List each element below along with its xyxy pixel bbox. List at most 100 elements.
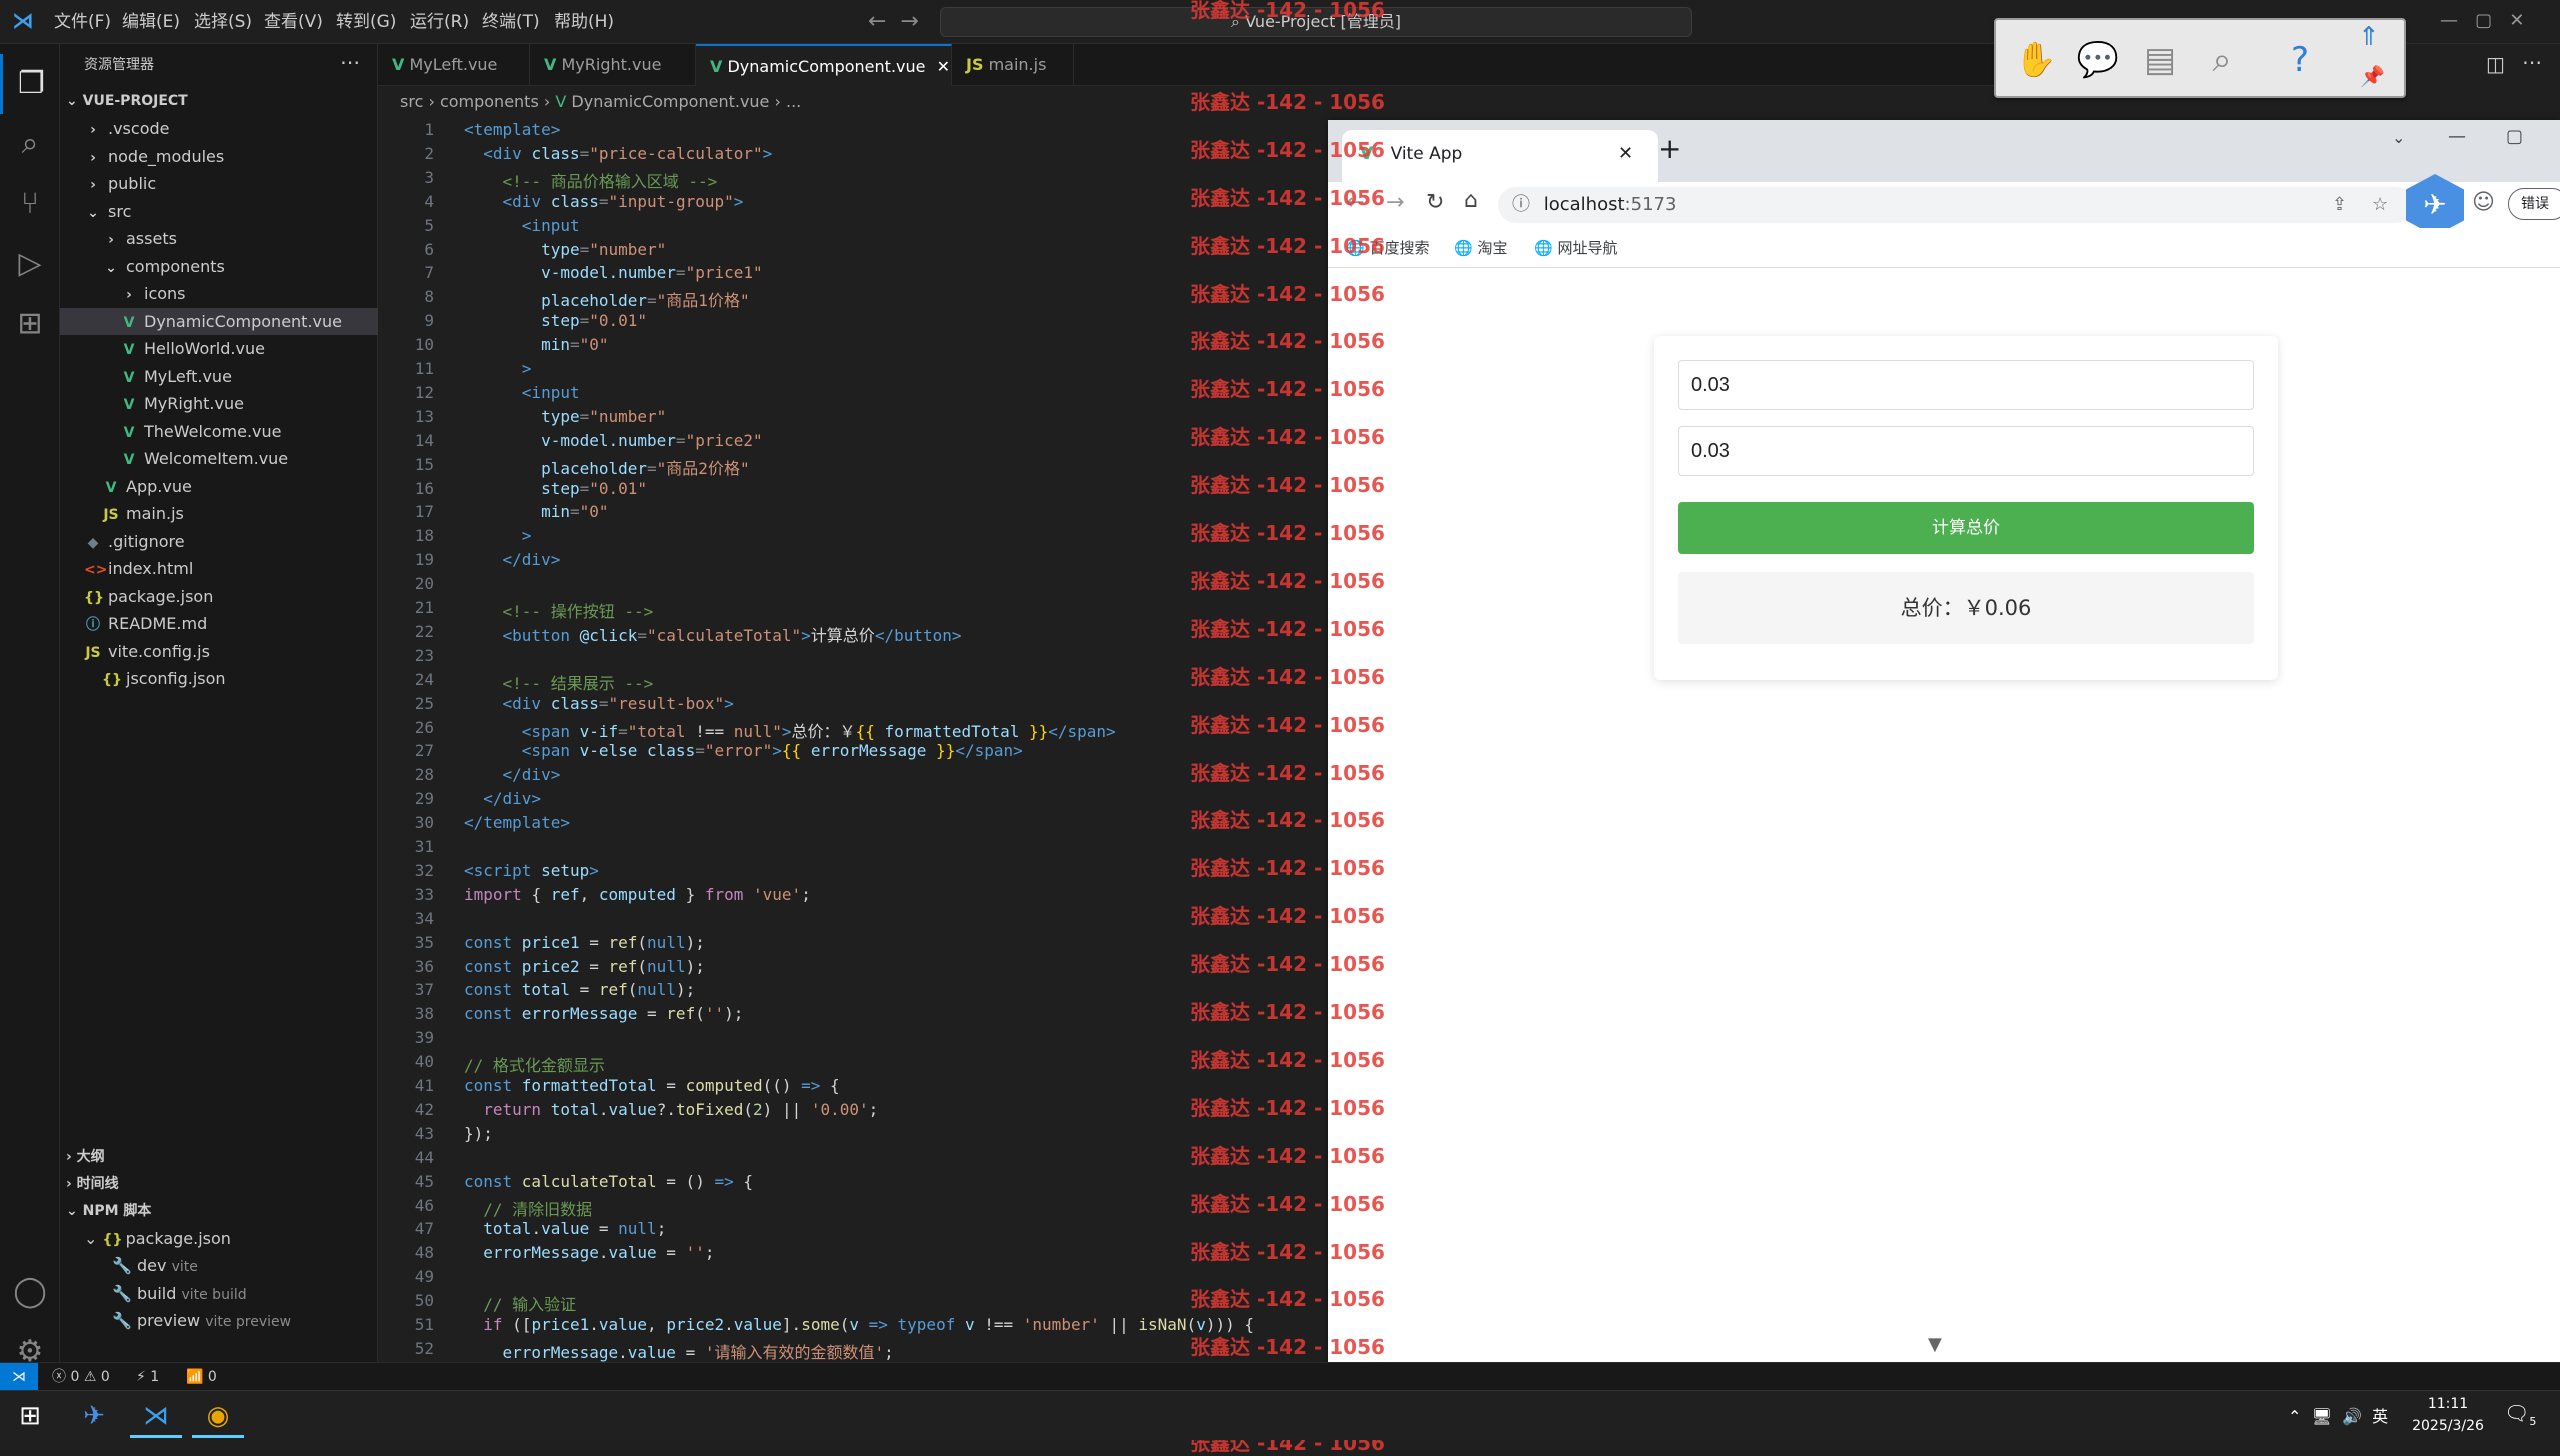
price1-input[interactable]: 0.03 xyxy=(1678,360,2254,410)
menu-item[interactable]: 终端(T) xyxy=(482,8,540,36)
code-line[interactable]: <span v-if="total !== null">总价：￥{{ forma… xyxy=(464,718,1116,742)
code-line[interactable]: </div> xyxy=(464,789,541,808)
code-line[interactable]: return total.value?.toFixed(2) || '0.00'… xyxy=(464,1100,878,1119)
collapse-up-icon[interactable]: ⇑ xyxy=(2358,22,2380,52)
tree-item[interactable]: › icons xyxy=(60,280,378,307)
home-icon[interactable]: ⌂ xyxy=(1464,188,1478,213)
tree-item[interactable]: ⌄ components xyxy=(60,253,378,280)
tree-item[interactable]: V HelloWorld.vue xyxy=(60,335,378,362)
tab-myleft-vue[interactable]: V MyLeft.vue xyxy=(378,44,530,86)
npm-script-preview[interactable]: 🔧 preview vite preview xyxy=(60,1307,378,1334)
tab-dynamiccomponent-vue[interactable]: V DynamicComponent.vue ✕ xyxy=(696,44,952,86)
code-line[interactable]: <input xyxy=(464,383,580,402)
bookmark[interactable]: 🌐 网址导航 xyxy=(1534,228,1617,268)
nav-arrows[interactable]: ← → xyxy=(868,8,919,36)
more-actions-icon[interactable]: ⋯ xyxy=(2522,50,2542,74)
reload-icon[interactable]: ↻ xyxy=(1426,190,1444,215)
menu-item[interactable]: 查看(V) xyxy=(264,8,323,36)
code-line[interactable]: // 格式化金额显示 xyxy=(464,1052,605,1076)
tree-item[interactable]: V WelcomeItem.vue xyxy=(60,445,378,472)
tree-item[interactable]: ◆ .gitignore xyxy=(60,528,378,555)
search-icon[interactable]: ⌕ xyxy=(0,114,60,174)
bookmark[interactable]: 🌐 淘宝 xyxy=(1454,228,1507,268)
chrome-taskbar-icon[interactable]: ◉ xyxy=(192,1394,244,1438)
code-line[interactable]: const price2 = ref(null); xyxy=(464,957,705,976)
browser-tab[interactable]: V Vite App ✕ xyxy=(1342,130,1658,182)
code-line[interactable]: }); xyxy=(464,1124,493,1143)
pin-icon[interactable]: 📌 xyxy=(2360,64,2385,88)
windows-start-icon[interactable]: ⊞ xyxy=(4,1394,56,1438)
code-line[interactable]: placeholder="商品2价格" xyxy=(464,455,750,479)
code-line[interactable]: <script setup> xyxy=(464,861,599,880)
tab-main-js[interactable]: JS main.js xyxy=(952,44,1074,86)
tree-item[interactable]: › .vscode xyxy=(60,115,378,142)
breadcrumb-item[interactable]: DynamicComponent.vue xyxy=(571,92,769,111)
code-line[interactable]: total.value = null; xyxy=(464,1219,666,1238)
code-line[interactable]: </template> xyxy=(464,813,570,832)
extension-bird-icon[interactable]: ✈ xyxy=(2406,174,2464,236)
maximize-icon[interactable]: ▢ xyxy=(2506,126,2523,147)
sidebar-section[interactable]: › 大纲 xyxy=(60,1144,378,1171)
comment-icon[interactable]: 💬 xyxy=(2072,38,2124,82)
menu-item[interactable]: 选择(S) xyxy=(194,8,252,36)
code-editor[interactable]: 1 <template> 2 <div class="price-calculato… xyxy=(378,116,1328,1362)
npm-script-build[interactable]: 🔧 build vite build xyxy=(60,1280,378,1307)
code-line[interactable]: </div> xyxy=(464,550,561,569)
problems-indicator[interactable]: ⓧ 0 ⚠ 0 xyxy=(52,1363,110,1391)
explorer-icon[interactable]: ❐ xyxy=(0,54,60,114)
help-icon[interactable]: ? xyxy=(2274,38,2326,82)
code-line[interactable]: step="0.01" xyxy=(464,479,647,498)
scroll-down-icon[interactable]: ▼ xyxy=(1928,1334,1942,1355)
menu-item[interactable]: 编辑(E) xyxy=(122,8,180,36)
close-icon[interactable]: ✕ xyxy=(937,57,950,76)
code-line[interactable]: type="number" xyxy=(464,407,666,426)
code-line[interactable]: <!-- 操作按钮 --> xyxy=(464,598,654,622)
tree-item[interactable]: › assets xyxy=(60,225,378,252)
code-line[interactable]: const errorMessage = ref(''); xyxy=(464,1004,743,1023)
code-line[interactable]: if ([price1.value, price2.value].some(v … xyxy=(464,1315,1254,1334)
code-line[interactable]: errorMessage.value = '请输入有效的金额数值'; xyxy=(464,1339,894,1362)
tree-item[interactable]: V TheWelcome.vue xyxy=(60,418,378,445)
tree-item[interactable]: ⓘ README.md xyxy=(60,610,378,637)
error-button[interactable]: 错误 xyxy=(2508,188,2560,220)
more-icon[interactable]: ⋯ xyxy=(340,50,360,74)
info-indicator[interactable]: 📶 0 xyxy=(186,1363,217,1391)
code-line[interactable]: > xyxy=(464,526,532,545)
run-debug-icon[interactable]: ▷ xyxy=(0,234,60,294)
code-line[interactable]: min="0" xyxy=(464,335,608,354)
tree-item[interactable]: JS vite.config.js xyxy=(60,638,378,665)
code-line[interactable]: <div class="input-group"> xyxy=(464,192,744,211)
code-line[interactable]: type="number" xyxy=(464,240,666,259)
extensions-icon[interactable]: ⊞ xyxy=(0,294,60,354)
code-line[interactable]: <div class="result-box"> xyxy=(464,694,734,713)
code-line[interactable]: <button @click="calculateTotal">计算总价</bu… xyxy=(464,622,962,646)
chevron-down-icon[interactable]: ⌄ xyxy=(2392,128,2405,147)
tree-item[interactable]: {} jsconfig.json xyxy=(60,665,378,692)
price2-input[interactable]: 0.03 xyxy=(1678,426,2254,476)
tree-item[interactable]: <>index.html xyxy=(60,555,378,582)
tree-item[interactable]: › node_modules xyxy=(60,143,378,170)
breadcrumb-item[interactable]: ... xyxy=(786,92,801,111)
code-line[interactable]: const price1 = ref(null); xyxy=(464,933,705,952)
project-root[interactable]: ⌄ VUE-PROJECT xyxy=(60,88,378,115)
hand-icon[interactable]: ✋ xyxy=(2010,38,2062,82)
code-line[interactable]: const calculateTotal = () => { xyxy=(464,1172,753,1191)
source-control-icon[interactable]: ⑂ xyxy=(0,174,60,234)
tree-item[interactable]: V MyLeft.vue xyxy=(60,363,378,390)
new-tab-icon[interactable]: + xyxy=(1658,132,1681,165)
tree-item[interactable]: V App.vue xyxy=(60,473,378,500)
split-editor-icon[interactable]: ◫ xyxy=(2486,52,2505,76)
sidebar-section[interactable]: ⌄ NPM 脚本 xyxy=(60,1198,378,1225)
code-line[interactable]: min="0" xyxy=(464,502,608,521)
bookmark-star-icon[interactable]: ☆ xyxy=(2372,187,2388,223)
code-line[interactable]: <!-- 商品价格输入区域 --> xyxy=(464,168,718,192)
code-line[interactable]: v-model.number="price1" xyxy=(464,263,763,282)
bird-app-icon[interactable]: ✈ xyxy=(68,1394,120,1438)
tree-item[interactable]: › public xyxy=(60,170,378,197)
tree-item[interactable]: V MyRight.vue xyxy=(60,390,378,417)
close-tab-icon[interactable]: ✕ xyxy=(1618,130,1633,178)
code-line[interactable]: // 清除旧数据 xyxy=(464,1196,592,1220)
code-line[interactable]: step="0.01" xyxy=(464,311,647,330)
tree-item[interactable]: ⌄ src xyxy=(60,198,378,225)
tab-myright-vue[interactable]: V MyRight.vue xyxy=(530,44,696,86)
